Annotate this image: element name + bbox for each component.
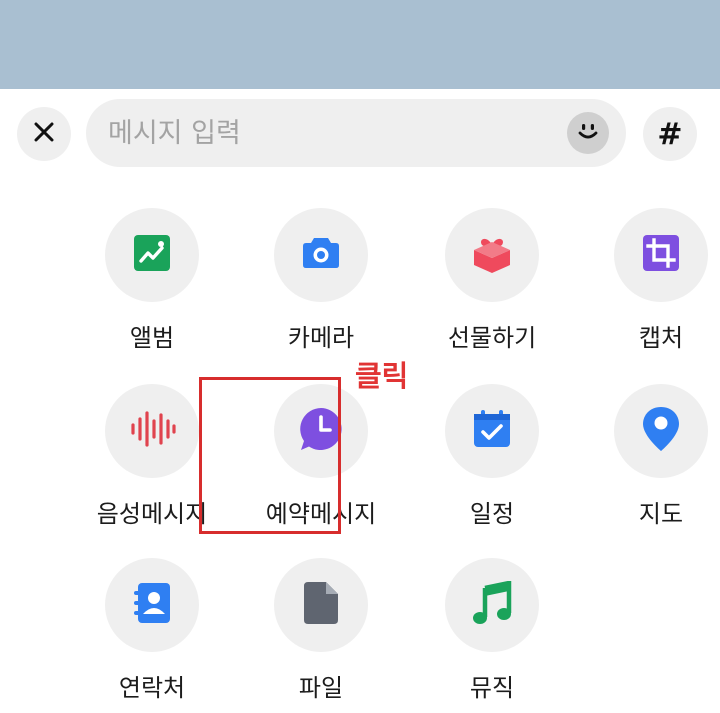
camera-icon — [301, 235, 341, 275]
hashtag-button[interactable]: # — [643, 107, 697, 161]
contacts-icon-circle — [105, 558, 199, 652]
file-icon — [302, 580, 340, 630]
gift-icon — [470, 231, 514, 279]
message-input-bar: # — [0, 89, 720, 181]
feature-album[interactable]: 앨범 — [72, 208, 232, 358]
feature-label: 파일 — [298, 674, 344, 702]
message-field[interactable] — [86, 99, 626, 167]
contacts-icon — [132, 581, 172, 629]
album-icon-circle — [105, 208, 199, 302]
calendar-check-icon — [471, 408, 513, 454]
feature-label: 카메라 — [287, 324, 355, 352]
message-input[interactable] — [108, 99, 558, 167]
click-annotation: 클릭 — [355, 359, 409, 393]
emoji-button[interactable] — [567, 112, 609, 154]
voice-wave-icon-circle — [105, 384, 199, 478]
music-icon-circle — [445, 558, 539, 652]
feature-music[interactable]: 뮤직 — [412, 558, 572, 708]
chat-background-strip — [0, 0, 720, 89]
feature-map[interactable]: 지도 — [581, 384, 720, 534]
gift-icon-circle — [445, 208, 539, 302]
feature-capture[interactable]: 캡처 — [581, 208, 720, 358]
feature-contacts[interactable]: 연락처 — [72, 558, 232, 708]
map-pin-icon-circle — [614, 384, 708, 478]
feature-camera[interactable]: 카메라 — [241, 208, 401, 358]
feature-label: 캡처 — [638, 324, 684, 352]
voice-wave-icon — [128, 409, 176, 453]
file-icon-circle — [274, 558, 368, 652]
smiley-icon — [575, 118, 601, 148]
feature-label: 뮤직 — [469, 674, 515, 702]
feature-file[interactable]: 파일 — [241, 558, 401, 708]
camera-icon-circle — [274, 208, 368, 302]
close-icon — [33, 121, 55, 147]
feature-schedule[interactable]: 일정 — [412, 384, 572, 534]
highlight-box — [199, 377, 341, 534]
calendar-icon-circle — [445, 384, 539, 478]
feature-gift[interactable]: 선물하기 — [412, 208, 572, 358]
hash-label: # — [657, 116, 683, 152]
music-note-icon — [470, 580, 514, 629]
feature-label: 지도 — [638, 500, 684, 528]
map-pin-icon — [641, 405, 681, 457]
crop-icon — [641, 233, 681, 277]
album-icon — [132, 233, 172, 277]
crop-icon-circle — [614, 208, 708, 302]
close-button[interactable] — [17, 107, 71, 161]
